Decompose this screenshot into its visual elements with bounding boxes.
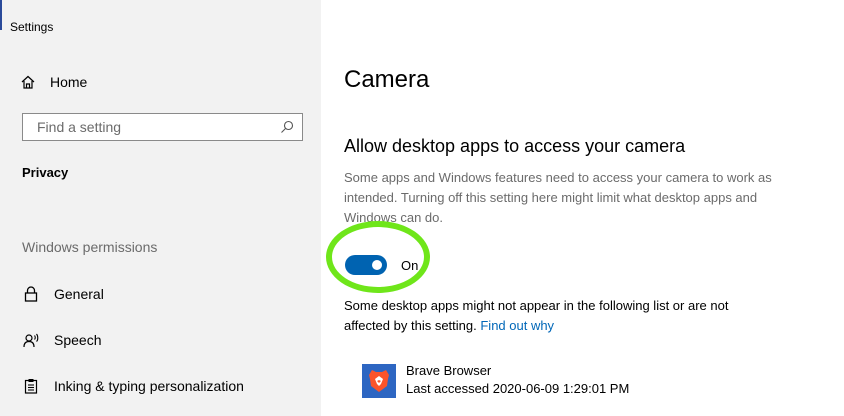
lock-icon bbox=[22, 285, 40, 303]
nav-home[interactable]: Home bbox=[20, 70, 87, 94]
sidebar-item-general[interactable]: General bbox=[22, 282, 104, 306]
window-accent-bar bbox=[0, 0, 2, 30]
sidebar-item-inking-typing[interactable]: Inking & typing personalization bbox=[22, 374, 244, 398]
brave-browser-icon bbox=[362, 364, 396, 398]
section-title-privacy: Privacy bbox=[22, 165, 69, 180]
toggle-knob bbox=[372, 260, 382, 270]
search-icon[interactable] bbox=[280, 120, 294, 134]
camera-access-heading: Allow desktop apps to access your camera bbox=[344, 136, 686, 156]
camera-access-toggle[interactable] bbox=[345, 255, 387, 275]
app-title: Settings bbox=[10, 20, 54, 34]
sidebar: Settings Home Privacy Windows permission… bbox=[0, 0, 321, 416]
app-list-item: Brave Browser Last accessed 2020-06-09 1… bbox=[362, 362, 629, 398]
find-out-why-link[interactable]: Find out why bbox=[480, 318, 554, 333]
info-text: Some desktop apps might not appear in th… bbox=[344, 296, 774, 336]
main-content: Camera Allow desktop apps to access your… bbox=[321, 0, 844, 416]
app-name: Brave Browser bbox=[406, 363, 492, 378]
page-title: Camera bbox=[344, 66, 430, 93]
sidebar-item-label: Inking & typing personalization bbox=[54, 378, 244, 394]
sidebar-item-label: General bbox=[54, 286, 104, 302]
toggle-state-label: On bbox=[401, 257, 419, 273]
app-info: Brave Browser Last accessed 2020-06-09 1… bbox=[406, 362, 629, 398]
camera-access-description: Some apps and Windows features need to a… bbox=[344, 170, 772, 225]
speech-icon bbox=[22, 331, 40, 349]
section-heading-windows-permissions: Windows permissions bbox=[22, 239, 158, 255]
sidebar-item-speech[interactable]: Speech bbox=[22, 328, 101, 352]
clipboard-icon bbox=[22, 377, 40, 395]
camera-access-toggle-row: On bbox=[345, 254, 418, 276]
app-last-accessed: Last accessed 2020-06-09 1:29:01 PM bbox=[406, 381, 630, 396]
home-icon bbox=[20, 74, 36, 90]
search-box[interactable] bbox=[22, 113, 303, 141]
search-input[interactable] bbox=[37, 119, 277, 135]
nav-home-label: Home bbox=[50, 74, 88, 90]
sidebar-item-label: Speech bbox=[54, 332, 102, 348]
